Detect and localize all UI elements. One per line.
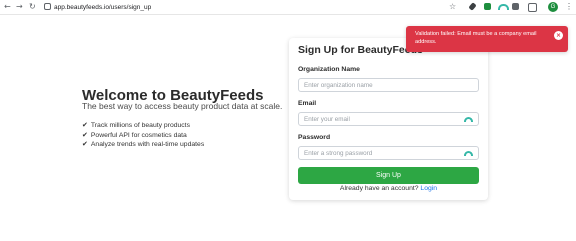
green-extension-icon[interactable] <box>484 3 491 10</box>
check-icon: ✔ <box>82 121 88 129</box>
login-link[interactable]: Login <box>420 185 437 192</box>
password-label: Password <box>298 134 331 141</box>
error-toast: Validation failed: Email must be a compa… <box>406 26 568 52</box>
profile-avatar[interactable]: G <box>548 2 558 12</box>
signup-card: Sign Up for BeautyFeeds Organization Nam… <box>289 38 488 200</box>
teal-extension-icon[interactable] <box>498 4 509 10</box>
password-input[interactable] <box>298 146 479 160</box>
feature-text: Track millions of beauty products <box>90 122 190 129</box>
password-autofill-icon[interactable] <box>464 151 473 156</box>
url-text: app.beautyfeeds.io/users/sign_up <box>54 3 152 11</box>
email-input[interactable] <box>298 112 479 126</box>
close-icon[interactable]: × <box>554 31 563 40</box>
feature-list: ✔ Track millions of beauty products ✔ Powe… <box>82 121 204 150</box>
feature-item: ✔ Powerful API for cosmetics data <box>82 131 204 141</box>
address-bar[interactable]: app.beautyfeeds.io/users/sign_up <box>44 1 464 13</box>
browser-toolbar: ← → ↻ app.beautyfeeds.io/users/sign_up ☆… <box>0 0 576 15</box>
error-message: Validation failed: Email must be a compa… <box>415 31 537 45</box>
signup-title: Sign Up for BeautyFeeds <box>298 44 423 56</box>
login-prompt: Already have an account? Login <box>289 185 488 192</box>
extensions-puzzle-icon[interactable] <box>528 3 537 12</box>
sign-up-button[interactable]: Sign Up <box>298 167 479 184</box>
email-label: Email <box>298 100 317 107</box>
back-icon[interactable]: ← <box>4 2 11 12</box>
organization-name-input[interactable] <box>298 78 479 92</box>
organization-name-label: Organization Name <box>298 66 360 73</box>
pen-extension-icon[interactable] <box>468 2 477 11</box>
reload-icon[interactable]: ↻ <box>29 2 36 12</box>
email-autofill-icon[interactable] <box>464 117 473 122</box>
site-info-icon[interactable] <box>44 3 51 10</box>
feature-item: ✔ Track millions of beauty products <box>82 121 204 131</box>
browser-menu-icon[interactable]: ⋮ <box>565 2 573 12</box>
feature-text: Powerful API for cosmetics data <box>90 131 187 139</box>
feature-item: ✔ Analyze trends with real-time updates <box>82 140 204 150</box>
welcome-subtitle: The best way to access beauty product da… <box>82 101 283 111</box>
dark-extension-icon[interactable] <box>512 3 519 10</box>
bookmark-star-icon[interactable]: ☆ <box>449 2 456 12</box>
feature-text: Analyze trends with real-time updates <box>90 141 205 148</box>
check-icon: ✔ <box>82 140 88 148</box>
check-icon: ✔ <box>82 130 88 139</box>
login-prompt-text: Already have an account? <box>339 185 419 192</box>
forward-icon[interactable]: → <box>16 2 23 12</box>
